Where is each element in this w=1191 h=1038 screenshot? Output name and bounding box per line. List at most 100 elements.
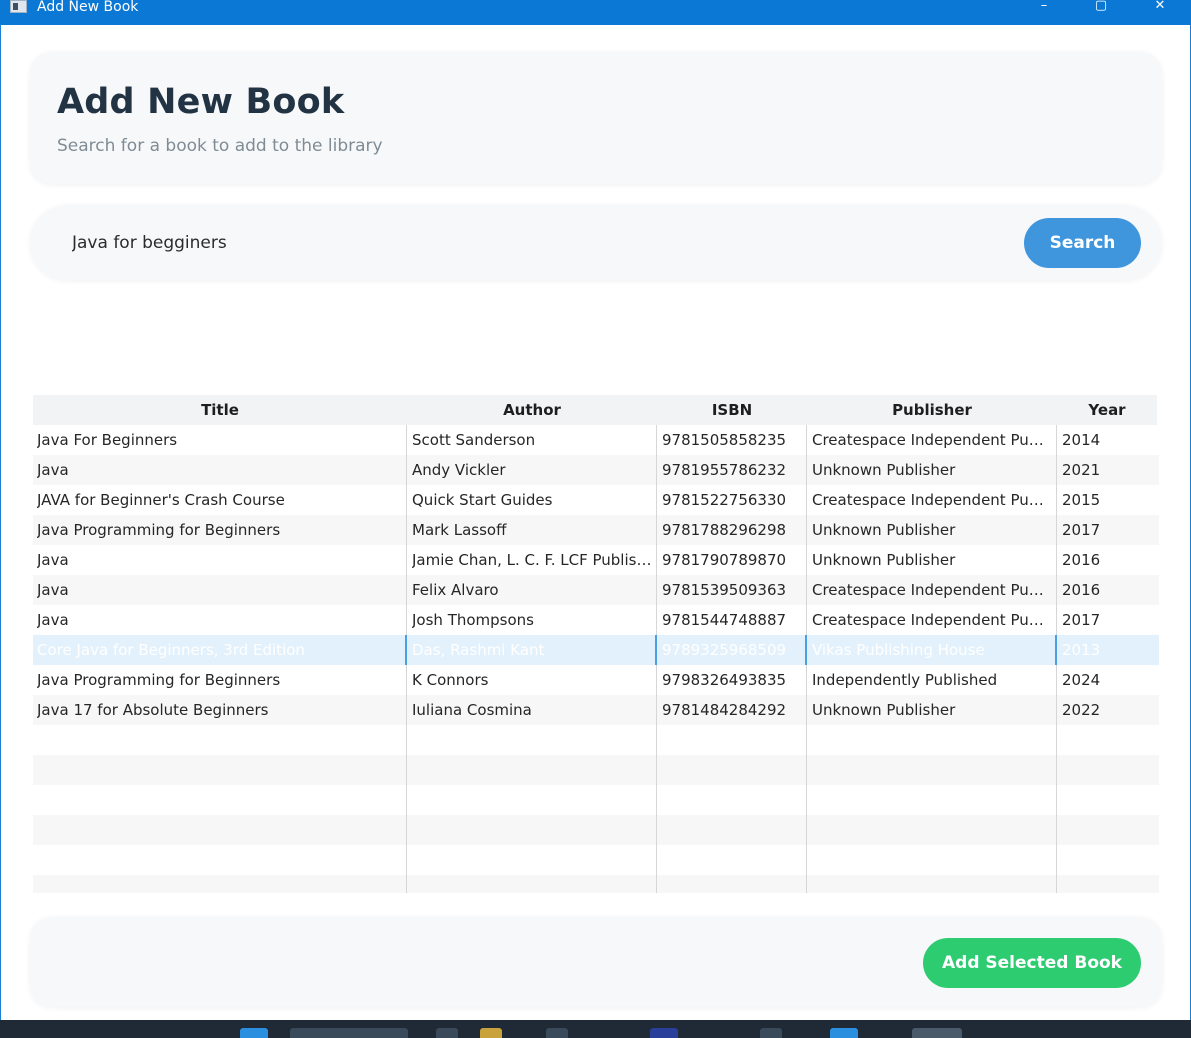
table-cell-publisher: Unknown Publisher — [812, 701, 956, 719]
taskbar-app-icon[interactable] — [480, 1028, 502, 1038]
table-cell-author: Quick Start Guides — [412, 491, 553, 509]
table-cell-author: K Connors — [412, 671, 489, 689]
table-cell-publisher: Createspace Independent Publishing Platf… — [812, 491, 1052, 509]
page-subtitle: Search for a book to add to the library — [57, 136, 383, 156]
table-cell-title: Java — [37, 461, 69, 479]
taskbar-app-icon[interactable] — [650, 1028, 678, 1038]
close-icon[interactable]: ✕ — [1137, 0, 1183, 18]
table-cell-year: 2015 — [1062, 491, 1101, 509]
table-cell-author: Josh Thompsons — [412, 611, 534, 629]
taskbar — [0, 1020, 1191, 1038]
results-table[interactable]: Title Author ISBN Publisher Year Java Fo… — [33, 395, 1159, 893]
table-cell-publisher: Createspace Independent Publishing Platf… — [812, 431, 1052, 449]
start-icon[interactable] — [240, 1028, 268, 1038]
table-cell-isbn: 9781484284292 — [662, 701, 787, 719]
column-header-publisher[interactable]: Publisher — [807, 395, 1057, 425]
table-cell-isbn: 9781790789870 — [662, 551, 787, 569]
table-cell-isbn: 9781955786232 — [662, 461, 787, 479]
table-cell-author: Mark Lassoff — [412, 521, 507, 539]
column-header-author[interactable]: Author — [407, 395, 657, 425]
table-cell-publisher: Independently Published — [812, 671, 998, 689]
search-button[interactable]: Search — [1024, 218, 1141, 268]
table-cell-isbn: 9781522756330 — [662, 491, 787, 509]
table-cell-year: 2017 — [1062, 611, 1101, 629]
table-cell-publisher: Vikas Publishing House — [812, 641, 985, 659]
table-row[interactable]: Core Java for Beginners, 3rd Edition Das,… — [33, 635, 1159, 665]
table-cell-title: JAVA for Beginner's Crash Course — [37, 491, 285, 509]
table-cell-year: 2013 — [1062, 641, 1101, 659]
taskbar-app-icon[interactable] — [546, 1028, 568, 1038]
table-empty-row — [33, 755, 1159, 785]
selected-row-divider — [1055, 635, 1057, 665]
table-cell-title: Java For Beginners — [37, 431, 178, 449]
table-cell-year: 2016 — [1062, 581, 1101, 599]
table-cell-publisher: Unknown Publisher — [812, 521, 956, 539]
add-selected-book-button[interactable]: Add Selected Book — [923, 938, 1141, 988]
table-cell-title: Java — [37, 611, 69, 629]
table-cell-author: Das, Rashmi Kant — [412, 641, 545, 659]
table-cell-author: Iuliana Cosmina — [412, 701, 532, 719]
table-cell-title: Java — [37, 581, 69, 599]
table-cell-title: Java Programming for Beginners — [37, 671, 281, 689]
table-cell-author: Scott Sanderson — [412, 431, 536, 449]
table-cell-year: 2014 — [1062, 431, 1101, 449]
table-cell-year: 2017 — [1062, 521, 1101, 539]
app-icon — [10, 0, 27, 13]
table-row[interactable]: Java 17 for Absolute Beginners Iuliana Co… — [33, 695, 1159, 725]
table-empty-row — [33, 725, 1159, 755]
taskbar-app-icon[interactable] — [830, 1028, 858, 1038]
taskbar-app-icon[interactable] — [760, 1028, 782, 1038]
column-header-year[interactable]: Year — [1057, 395, 1157, 425]
table-empty-row — [33, 875, 1159, 893]
taskbar-app-icon[interactable] — [912, 1028, 962, 1038]
table-empty-row — [33, 815, 1159, 845]
window-title: Add New Book — [37, 0, 139, 15]
table-empty-row — [33, 845, 1159, 875]
table-row[interactable]: JAVA for Beginner's Crash Course Quick St… — [33, 485, 1159, 515]
table-cell-year: 2024 — [1062, 671, 1101, 689]
table-cell-isbn: 9781539509363 — [662, 581, 787, 599]
column-header-title[interactable]: Title — [33, 395, 407, 425]
table-row[interactable]: Java Andy Vickler 9781955786232 Unknown Pub… — [33, 455, 1159, 485]
table-cell-isbn: 9781788296298 — [662, 521, 787, 539]
table-cell-publisher: Createspace Independent Publishing Platf… — [812, 581, 1052, 599]
table-cell-isbn: 9781505858235 — [662, 431, 787, 449]
table-cell-author: Jamie Chan, L. C. F. LCF Publishing — [412, 551, 653, 569]
minimize-icon[interactable]: – — [1021, 0, 1067, 18]
table-cell-isbn: 9789325968509 — [662, 641, 787, 659]
table-cell-title: Core Java for Beginners, 3rd Edition — [37, 641, 305, 659]
selected-row-divider — [655, 635, 657, 665]
search-input[interactable] — [72, 229, 972, 257]
table-cell-title: Java 17 for Absolute Beginners — [37, 701, 269, 719]
table-empty-row — [33, 785, 1159, 815]
maximize-icon[interactable]: ▢ — [1078, 0, 1124, 18]
table-row[interactable]: Java Felix Alvaro 9781539509363 Createspace… — [33, 575, 1159, 605]
table-cell-title: Java Programming for Beginners — [37, 521, 281, 539]
table-cell-isbn: 9781544748887 — [662, 611, 787, 629]
header-card: Add New Book Search for a book to add to… — [30, 52, 1162, 184]
table-row[interactable]: Java Programming for Beginners Mark Lasso… — [33, 515, 1159, 545]
taskbar-search[interactable] — [290, 1028, 408, 1038]
column-header-isbn[interactable]: ISBN — [657, 395, 807, 425]
table-row[interactable]: Java For Beginners Scott Sanderson 9781505… — [33, 425, 1159, 455]
table-cell-author: Andy Vickler — [412, 461, 506, 479]
selected-row-divider — [405, 635, 407, 665]
table-row[interactable]: Java Programming for Beginners K Connors 9… — [33, 665, 1159, 695]
table-row[interactable]: Java Jamie Chan, L. C. F. LCF Publishing 9… — [33, 545, 1159, 575]
table-cell-publisher: Unknown Publisher — [812, 461, 956, 479]
table-header: Title Author ISBN Publisher Year — [33, 395, 1157, 425]
table-cell-year: 2021 — [1062, 461, 1101, 479]
footer-card: Add Selected Book — [30, 917, 1162, 1007]
table-cell-year: 2022 — [1062, 701, 1101, 719]
window-titlebar: Add New Book – ▢ ✕ — [0, 0, 1191, 25]
table-cell-author: Felix Alvaro — [412, 581, 499, 599]
table-cell-title: Java — [37, 551, 69, 569]
table-row[interactable]: Java Josh Thompsons 9781544748887 Createspa… — [33, 605, 1159, 635]
page-title: Add New Book — [57, 82, 345, 122]
table-cell-publisher: Unknown Publisher — [812, 551, 956, 569]
table-cell-publisher: Createspace Independent Publishing Platf… — [812, 611, 1052, 629]
search-bar: Search — [30, 205, 1162, 280]
selected-row-divider — [805, 635, 807, 665]
table-cell-year: 2016 — [1062, 551, 1101, 569]
taskbar-app-icon[interactable] — [436, 1028, 458, 1038]
